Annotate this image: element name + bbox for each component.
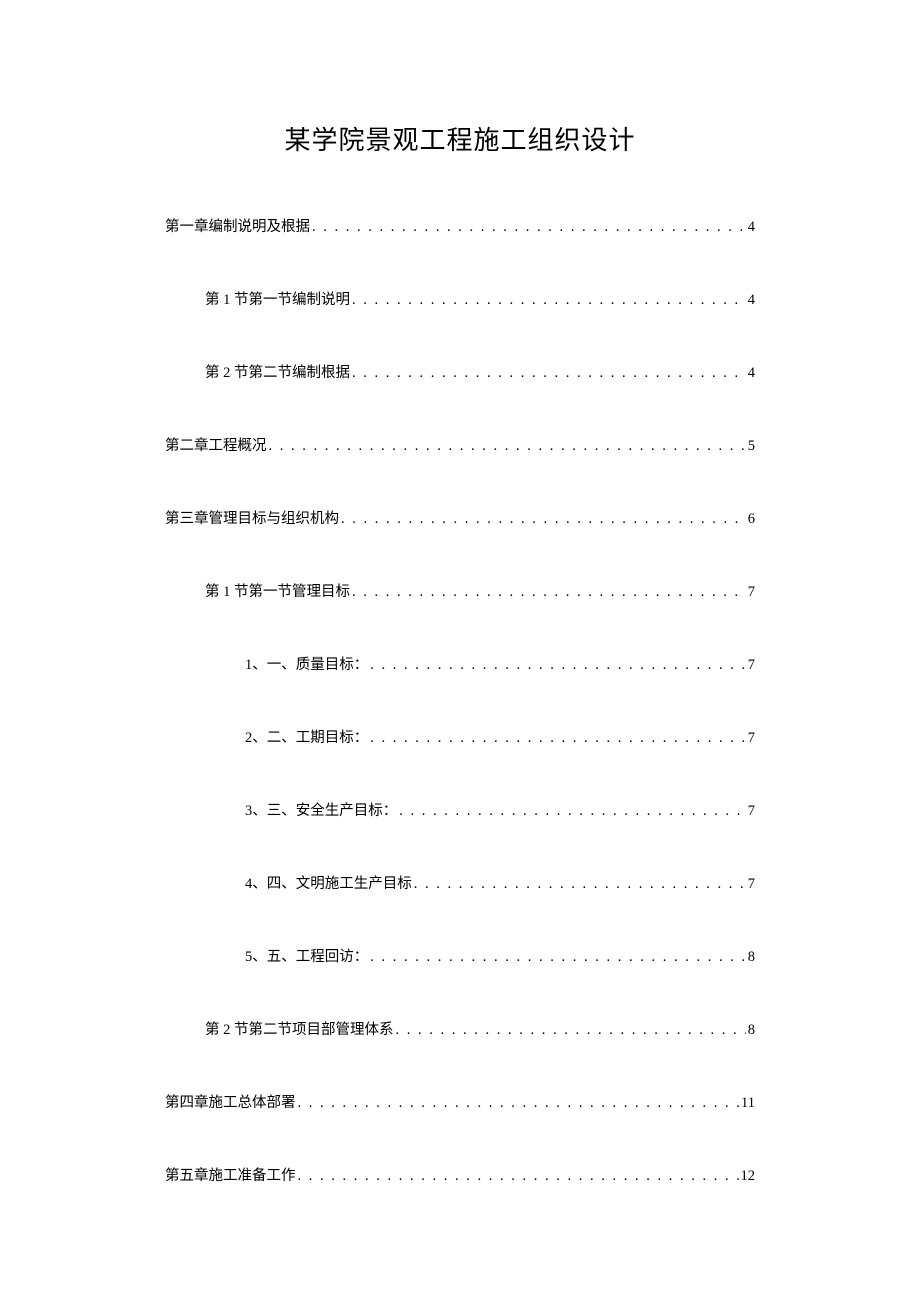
toc-leader	[399, 803, 746, 820]
toc-leader	[352, 292, 746, 309]
toc-leader	[414, 876, 746, 893]
toc-leader	[396, 1022, 746, 1039]
toc-leader	[298, 1095, 740, 1112]
document-title: 某学院景观工程施工组织设计	[165, 120, 755, 157]
toc-page-number: 4	[748, 365, 755, 382]
toc-entry: 5、五、工程回访： 8	[165, 945, 755, 966]
toc-entry: 第 1 节第一节编制说明 4	[165, 288, 755, 309]
toc-page-number: 7	[748, 876, 755, 893]
toc-leader	[298, 1168, 739, 1185]
toc-leader	[341, 511, 746, 528]
toc-page-number: 4	[748, 292, 755, 309]
toc-leader	[370, 657, 746, 674]
toc-label: 第 1 节第一节管理目标	[205, 580, 350, 601]
toc-label: 4、四、文明施工生产目标	[245, 872, 412, 893]
toc-label: 第 1 节第一节编制说明	[205, 288, 350, 309]
toc-leader	[352, 365, 746, 382]
toc-label: 第四章施工总体部署	[165, 1091, 296, 1112]
toc-page-number: 4	[748, 219, 755, 236]
toc-entry: 第一章编制说明及根据 4	[165, 215, 755, 236]
toc-entry: 第二章工程概况 5	[165, 434, 755, 455]
toc-leader	[312, 219, 746, 236]
toc-entry: 2、二、工期目标： 7	[165, 726, 755, 747]
toc-entry: 第四章施工总体部署 11	[165, 1091, 755, 1112]
toc-page-number: 6	[748, 511, 755, 528]
toc-entry: 第五章施工准备工作 12	[165, 1164, 755, 1185]
toc-label: 第一章编制说明及根据	[165, 215, 310, 236]
toc-label: 3、三、安全生产目标：	[245, 799, 397, 820]
toc-entry: 第三章管理目标与组织机构 6	[165, 507, 755, 528]
toc-label: 2、二、工期目标：	[245, 726, 368, 747]
toc-page-number: 7	[748, 657, 755, 674]
toc-entry: 4、四、文明施工生产目标 7	[165, 872, 755, 893]
toc-page-number: 7	[748, 803, 755, 820]
toc-page-number: 11	[741, 1095, 755, 1112]
toc-page-number: 7	[748, 730, 755, 747]
toc-entry: 第 2 节第二节项目部管理体系 8	[165, 1018, 755, 1039]
toc-page-number: 8	[748, 1022, 755, 1039]
toc-page-number: 7	[748, 584, 755, 601]
toc-entry: 3、三、安全生产目标： 7	[165, 799, 755, 820]
toc-page-number: 8	[748, 949, 755, 966]
toc-entry: 第 1 节第一节管理目标 7	[165, 580, 755, 601]
toc-label: 第五章施工准备工作	[165, 1164, 296, 1185]
toc-leader	[352, 584, 746, 601]
toc-leader	[370, 949, 746, 966]
toc-label: 5、五、工程回访：	[245, 945, 368, 966]
table-of-contents: 第一章编制说明及根据 4 第 1 节第一节编制说明 4 第 2 节第二节编制根据 4 第二章…	[165, 215, 755, 1185]
toc-label: 第 2 节第二节项目部管理体系	[205, 1018, 394, 1039]
toc-label: 第二章工程概况	[165, 434, 267, 455]
toc-entry: 第 2 节第二节编制根据 4	[165, 361, 755, 382]
toc-page-number: 5	[748, 438, 755, 455]
toc-page-number: 12	[741, 1168, 756, 1185]
toc-leader	[370, 730, 746, 747]
toc-entry: 1、一、质量目标： 7	[165, 653, 755, 674]
toc-label: 1、一、质量目标：	[245, 653, 368, 674]
toc-label: 第 2 节第二节编制根据	[205, 361, 350, 382]
toc-label: 第三章管理目标与组织机构	[165, 507, 339, 528]
toc-leader	[269, 438, 746, 455]
